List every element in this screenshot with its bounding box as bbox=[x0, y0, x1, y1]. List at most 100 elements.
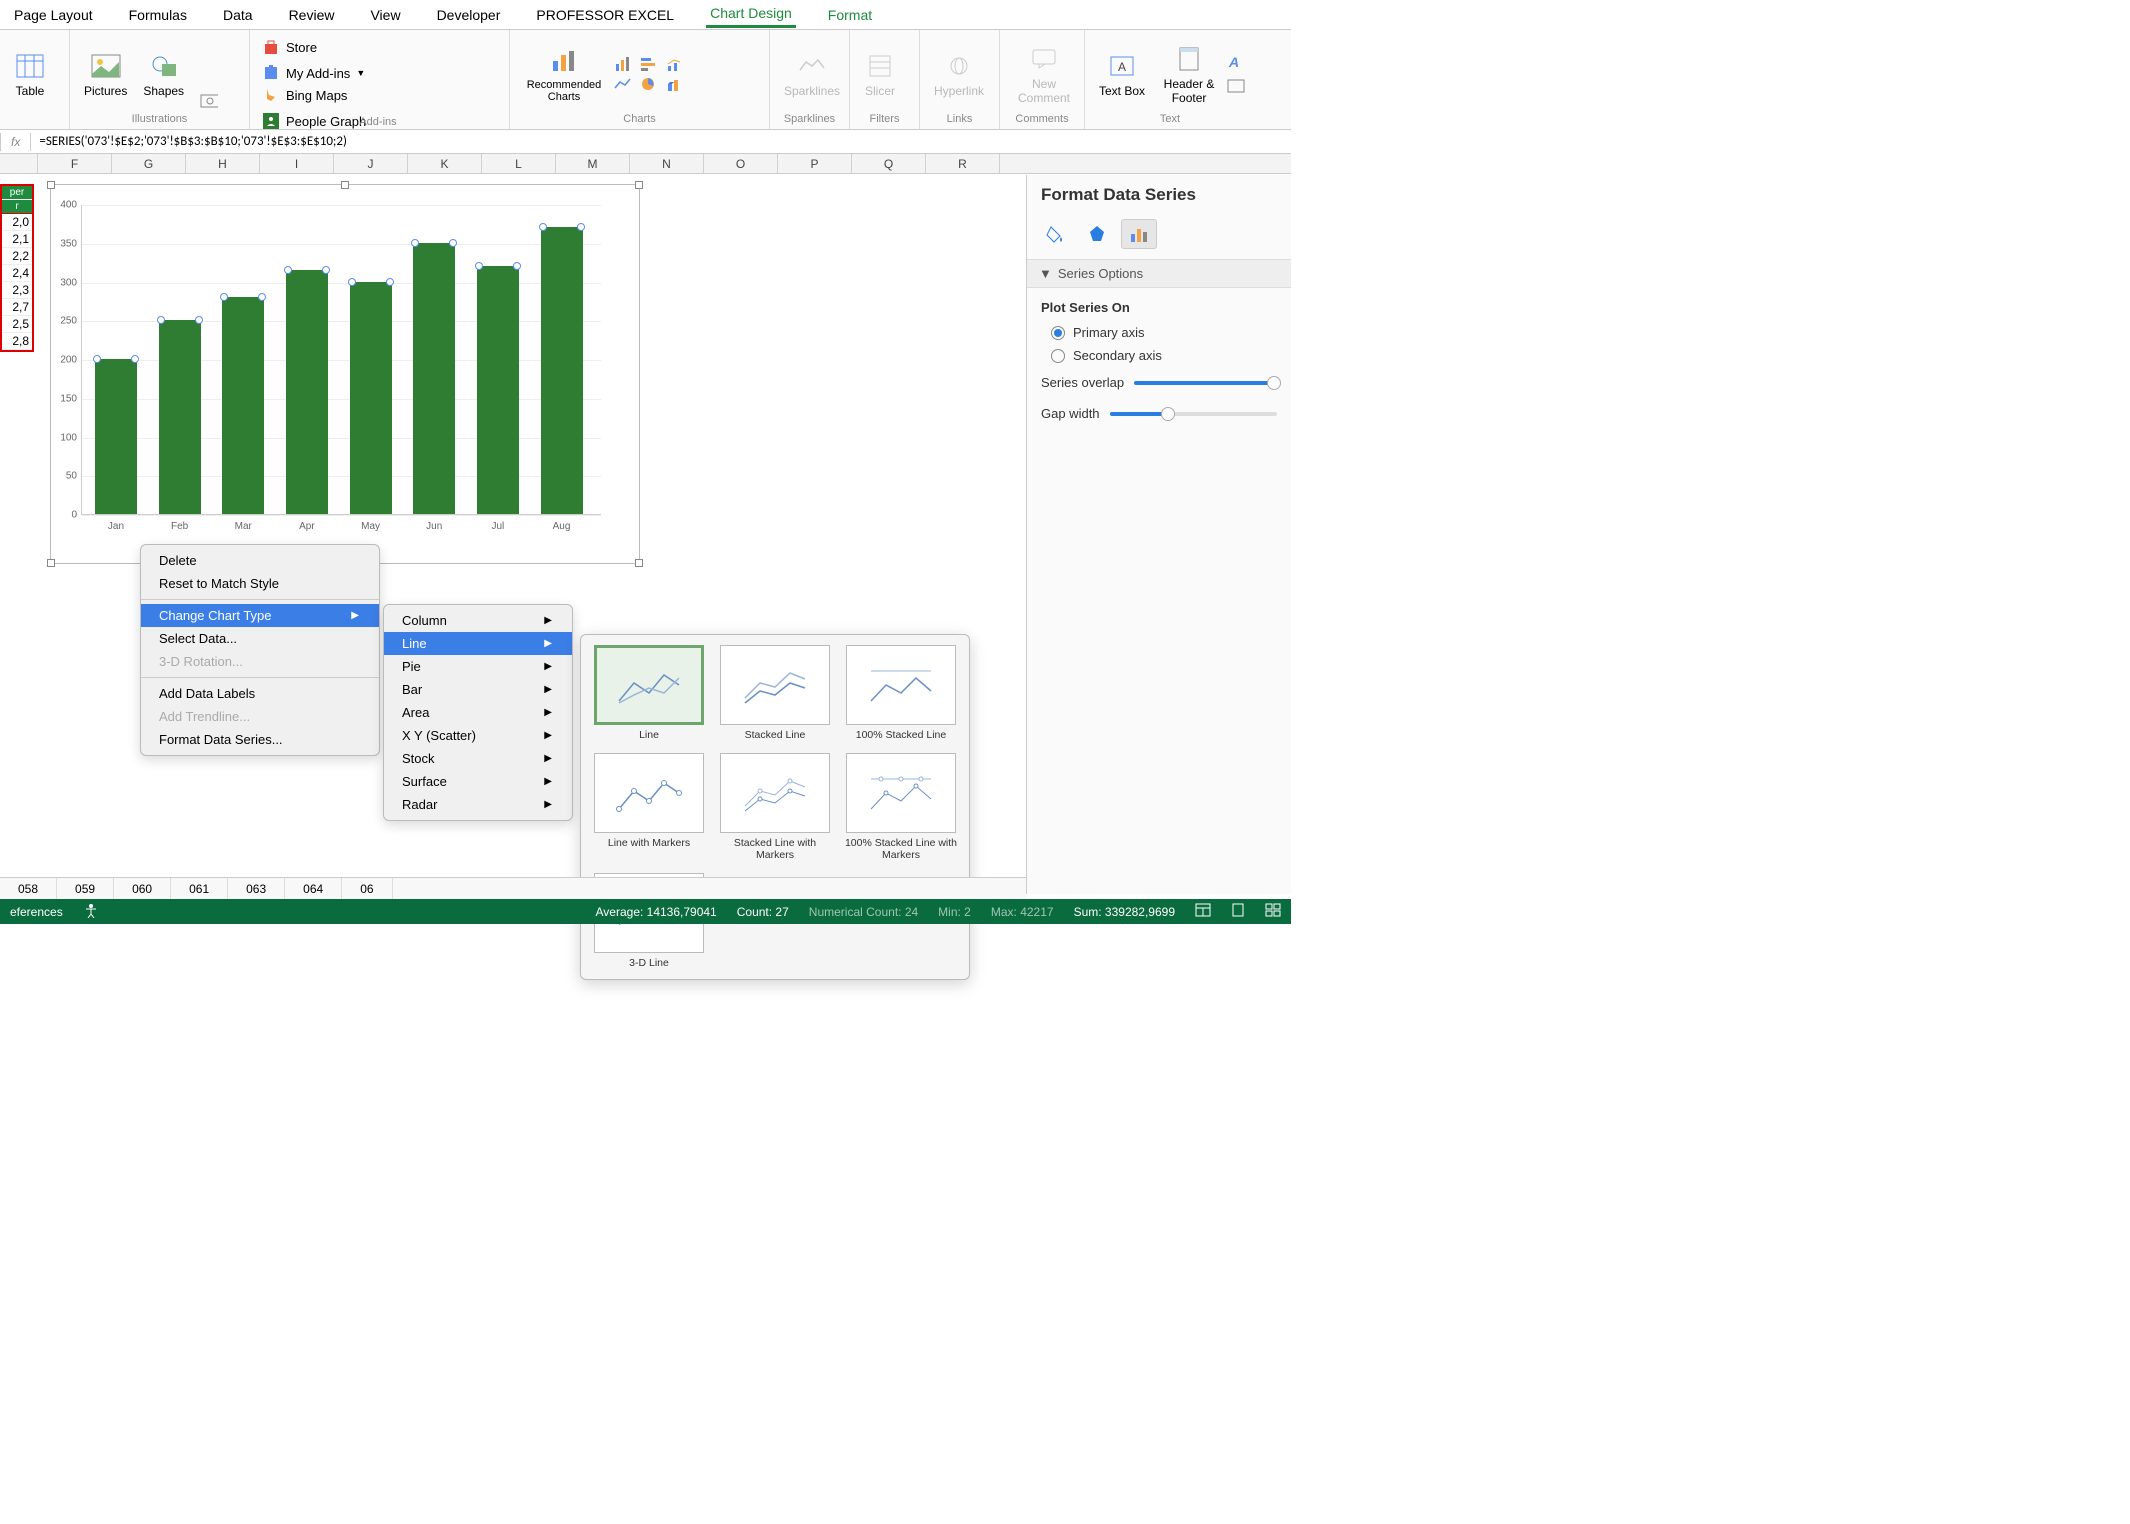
col-N[interactable]: N bbox=[630, 154, 704, 173]
submenu-arrow-icon: ▶ bbox=[544, 730, 552, 741]
line-type-option[interactable]: 100% Stacked Line with Markers bbox=[843, 753, 959, 861]
series-options-header[interactable]: ▼Series Options bbox=[1027, 260, 1291, 288]
chart[interactable]: 050100150200250300350400 JanFebMarAprMay… bbox=[50, 184, 640, 564]
x-label: Aug bbox=[553, 521, 571, 532]
col-M[interactable]: M bbox=[556, 154, 630, 173]
sheet-tab[interactable]: 059 bbox=[57, 878, 114, 900]
sheet-tab[interactable]: 063 bbox=[228, 878, 285, 900]
sparklines-button: Sparklines bbox=[778, 48, 846, 100]
tab-review[interactable]: Review bbox=[285, 3, 339, 27]
chart-bar[interactable] bbox=[222, 297, 264, 514]
format-tab-fill[interactable] bbox=[1037, 219, 1073, 249]
header-footer-button[interactable]: Header & Footer bbox=[1155, 41, 1223, 107]
col-L[interactable]: L bbox=[482, 154, 556, 173]
chart-type-item[interactable]: Line▶ bbox=[384, 632, 572, 655]
sheet-tab[interactable]: 06 bbox=[342, 878, 392, 900]
store-button[interactable]: Store bbox=[258, 36, 501, 58]
sheet-tab[interactable]: 064 bbox=[285, 878, 342, 900]
chart-bar[interactable] bbox=[159, 320, 201, 514]
format-tab-series[interactable] bbox=[1121, 219, 1157, 249]
tab-page-layout[interactable]: Page Layout bbox=[10, 3, 97, 27]
chart-pie-icon[interactable] bbox=[640, 75, 658, 93]
tab-professor-excel[interactable]: PROFESSOR EXCEL bbox=[532, 3, 678, 27]
sparklines-icon bbox=[796, 50, 828, 82]
chart-bar[interactable] bbox=[286, 270, 328, 514]
status-numcount: Numerical Count: 24 bbox=[809, 905, 918, 919]
col-H[interactable]: H bbox=[186, 154, 260, 173]
y-axis: 050100150200250300350400 bbox=[53, 205, 79, 533]
gap-width-slider[interactable] bbox=[1110, 412, 1277, 416]
fx-label: fx bbox=[1, 135, 30, 149]
tab-developer[interactable]: Developer bbox=[433, 3, 505, 27]
recommended-charts-button[interactable]: Recommended Charts bbox=[518, 43, 610, 105]
pictures-button[interactable]: Pictures bbox=[78, 48, 133, 100]
col-F[interactable]: F bbox=[38, 154, 112, 173]
col-P[interactable]: P bbox=[778, 154, 852, 173]
view-break-icon[interactable] bbox=[1265, 903, 1281, 920]
formula-input[interactable]: =SERIES('073'!$E$2;'073'!$B$3:$B$10;'073… bbox=[31, 134, 347, 149]
wordart-icon[interactable]: A bbox=[1227, 53, 1245, 71]
tab-chart-design[interactable]: Chart Design bbox=[706, 1, 796, 28]
format-tab-effects[interactable] bbox=[1079, 219, 1115, 249]
menu-item[interactable]: Delete bbox=[141, 549, 379, 572]
col-O[interactable]: O bbox=[704, 154, 778, 173]
my-addins-button[interactable]: My Add-ins▼ bbox=[258, 62, 501, 84]
chart-combo-icon[interactable] bbox=[666, 55, 684, 73]
col-J[interactable]: J bbox=[334, 154, 408, 173]
tab-format[interactable]: Format bbox=[824, 3, 876, 27]
chart-bar[interactable] bbox=[477, 266, 519, 514]
col-Q[interactable]: Q bbox=[852, 154, 926, 173]
menu-item[interactable]: Select Data... bbox=[141, 627, 379, 650]
table-button[interactable]: Table bbox=[8, 48, 52, 100]
col-G[interactable]: G bbox=[112, 154, 186, 173]
secondary-axis-radio[interactable]: Secondary axis bbox=[1041, 344, 1277, 367]
chart-type-item[interactable]: Bar▶ bbox=[384, 678, 572, 701]
chart-type-item[interactable]: Column▶ bbox=[384, 609, 572, 632]
chart-type-item[interactable]: Stock▶ bbox=[384, 747, 572, 770]
line-type-option[interactable]: Stacked Line with Markers bbox=[717, 753, 833, 861]
tab-formulas[interactable]: Formulas bbox=[125, 3, 191, 27]
screenshot-button[interactable] bbox=[194, 89, 224, 111]
bing-maps-button[interactable]: Bing Maps bbox=[258, 84, 501, 106]
menu-item[interactable]: Format Data Series... bbox=[141, 728, 379, 751]
chart-type-item[interactable]: Surface▶ bbox=[384, 770, 572, 793]
selected-data-range[interactable]: per r 2,0 2,1 2,2 2,4 2,3 2,7 2,5 2,8 bbox=[0, 184, 34, 352]
tab-data[interactable]: Data bbox=[219, 3, 257, 27]
sheet-tab[interactable]: 061 bbox=[171, 878, 228, 900]
chart-bar[interactable] bbox=[350, 282, 392, 515]
col-K[interactable]: K bbox=[408, 154, 482, 173]
series-overlap-slider[interactable] bbox=[1134, 381, 1277, 385]
signature-icon[interactable] bbox=[1227, 77, 1245, 95]
text-box-button[interactable]: AText Box bbox=[1093, 48, 1151, 100]
menu-item[interactable]: Reset to Match Style bbox=[141, 572, 379, 595]
chart-hbar-icon[interactable] bbox=[640, 55, 658, 73]
primary-axis-radio[interactable]: Primary axis bbox=[1041, 321, 1277, 344]
chart-type-item[interactable]: Area▶ bbox=[384, 701, 572, 724]
accessibility-icon[interactable] bbox=[83, 902, 99, 921]
chart-bar[interactable] bbox=[95, 359, 137, 514]
menu-item[interactable]: Change Chart Type▶ bbox=[141, 604, 379, 627]
col-I[interactable]: I bbox=[260, 154, 334, 173]
line-type-option[interactable]: 100% Stacked Line bbox=[843, 645, 959, 741]
chart-line-icon[interactable] bbox=[614, 75, 632, 93]
chart-plot-area[interactable]: JanFebMarAprMayJunJulAug bbox=[81, 205, 601, 515]
y-tick: 200 bbox=[60, 355, 77, 366]
chart-bar-icon[interactable] bbox=[614, 55, 632, 73]
sheet-tab[interactable]: 058 bbox=[0, 878, 57, 900]
chart-bar[interactable] bbox=[541, 227, 583, 514]
chart-type-item[interactable]: Pie▶ bbox=[384, 655, 572, 678]
chart-type-item[interactable]: X Y (Scatter)▶ bbox=[384, 724, 572, 747]
chart-3d-icon[interactable] bbox=[666, 75, 684, 93]
line-type-option[interactable]: Stacked Line bbox=[717, 645, 833, 741]
view-page-icon[interactable] bbox=[1231, 903, 1245, 920]
sheet-tab[interactable]: 060 bbox=[114, 878, 171, 900]
chart-type-item[interactable]: Radar▶ bbox=[384, 793, 572, 816]
chart-bar[interactable] bbox=[413, 243, 455, 514]
line-type-option[interactable]: Line with Markers bbox=[591, 753, 707, 861]
col-R[interactable]: R bbox=[926, 154, 1000, 173]
menu-item[interactable]: Add Data Labels bbox=[141, 682, 379, 705]
view-normal-icon[interactable] bbox=[1195, 903, 1211, 920]
shapes-button[interactable]: Shapes bbox=[137, 48, 190, 100]
line-type-option[interactable]: Line bbox=[591, 645, 707, 741]
tab-view[interactable]: View bbox=[366, 3, 404, 27]
